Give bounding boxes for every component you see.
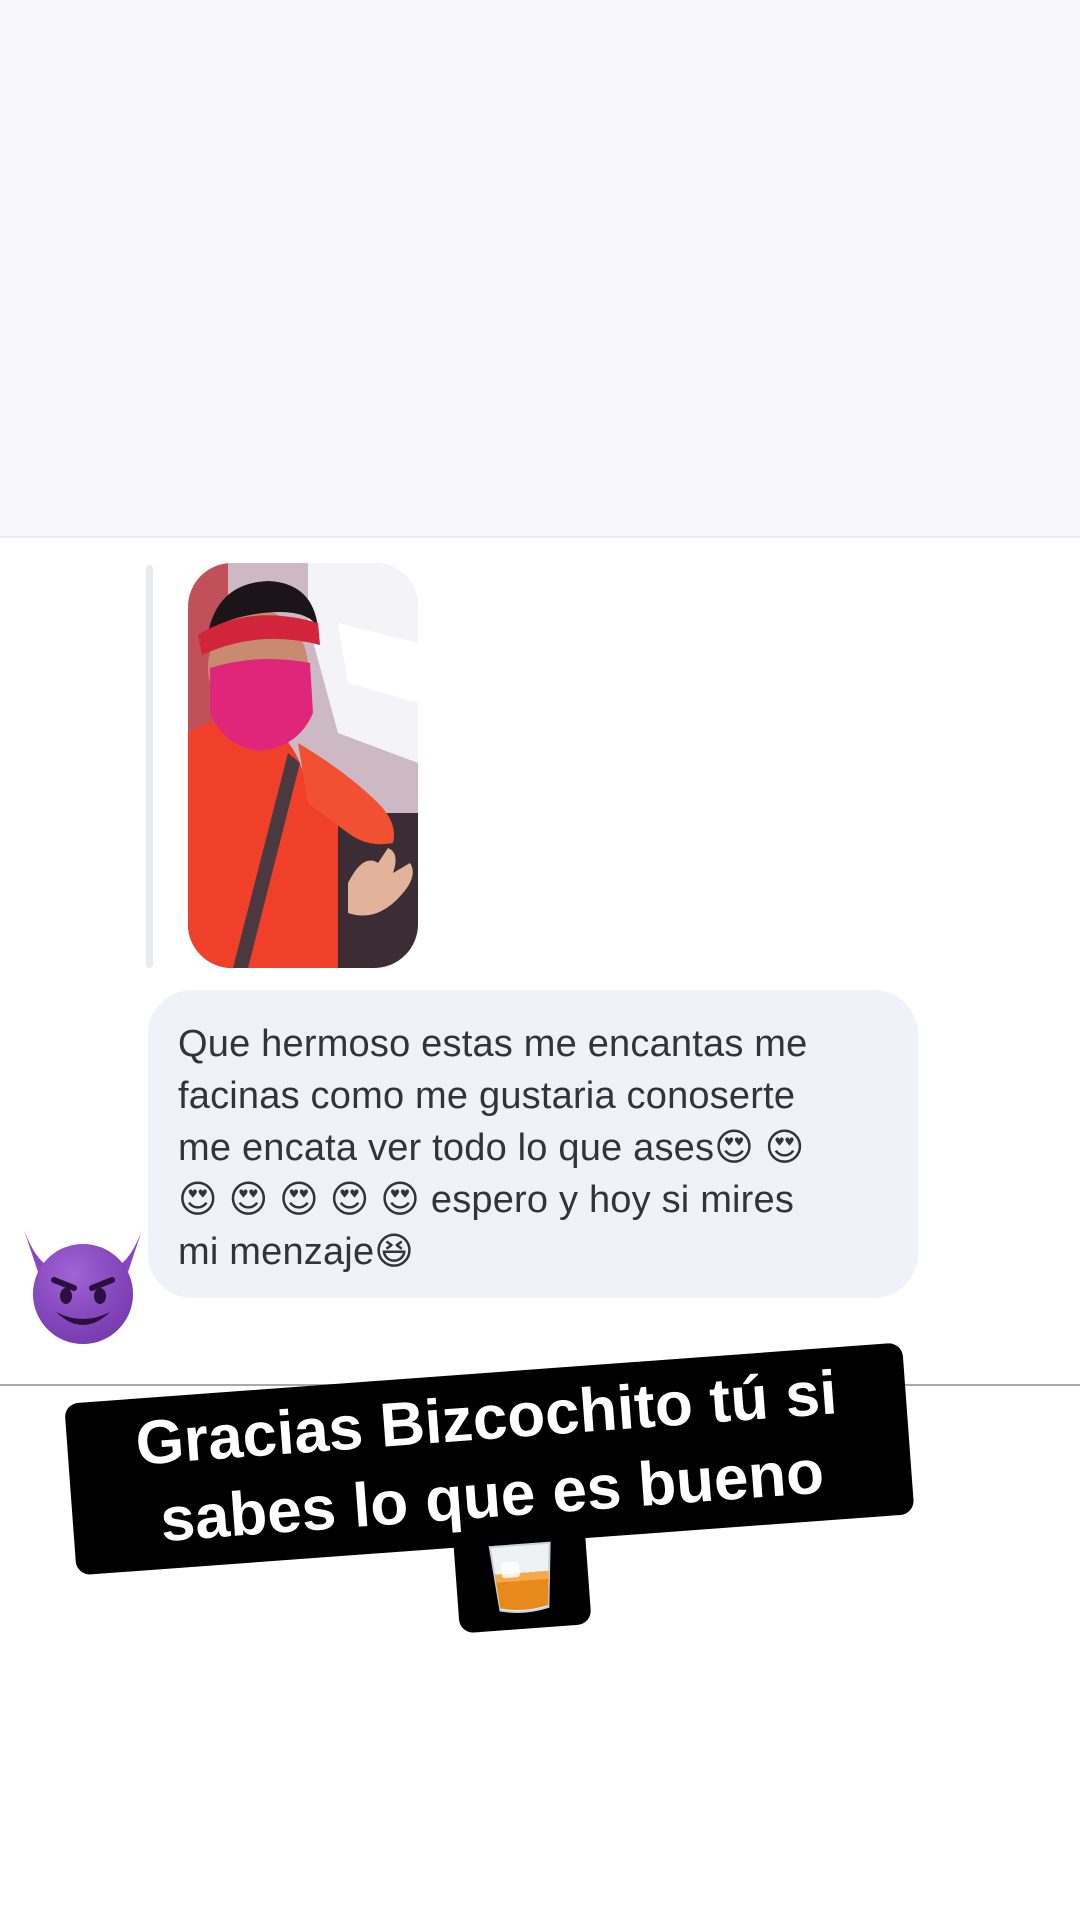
smiling-devil-emoji-icon — [24, 1230, 142, 1344]
shared-photo[interactable] — [188, 563, 418, 968]
story-top-blank-area — [0, 0, 1080, 536]
message-text: Que hermoso estas me encantas me facinas… — [178, 1023, 808, 1273]
person-selfie-photo-icon — [188, 563, 418, 968]
message-bubble: Que hermoso estas me encantas me facinas… — [148, 990, 918, 1298]
story-caption: Gracias Bizcochito tú si sabes lo que es… — [64, 1341, 944, 1703]
sender-avatar[interactable] — [18, 1222, 148, 1347]
whiskey-glass-icon — [488, 1541, 551, 1613]
reply-indicator-bar — [146, 565, 153, 968]
